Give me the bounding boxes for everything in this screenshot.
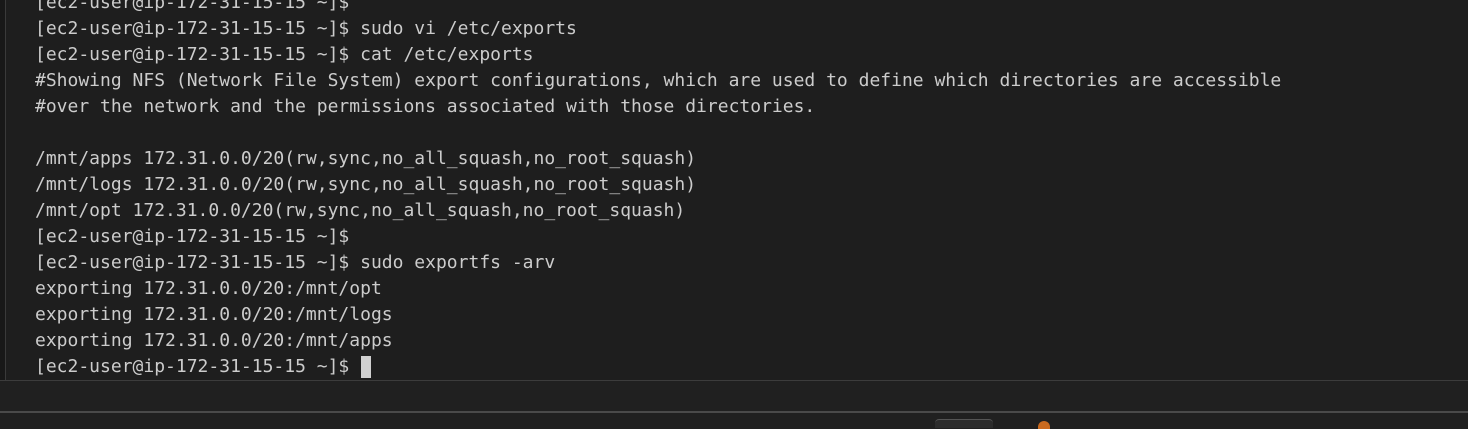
taskbar-divider	[0, 411, 1468, 413]
terminal-left-edge	[0, 0, 6, 380]
terminal-line: [ec2-user@ip-172-31-15-15 ~]$ cat /etc/e…	[35, 44, 534, 65]
terminal-output: [ec2-user@ip-172-31-15-15 ~]$ [ec2-user@…	[35, 0, 1281, 380]
terminal-line: [ec2-user@ip-172-31-15-15 ~]$	[35, 0, 350, 13]
terminal-line: #Showing NFS (Network File System) expor…	[35, 70, 1282, 91]
taskbar-app-icon[interactable]	[935, 419, 993, 428]
taskbar	[0, 380, 1468, 429]
terminal-line: /mnt/logs 172.31.0.0/20(rw,sync,no_all_s…	[35, 174, 697, 195]
prompt-text: [ec2-user@ip-172-31-15-15 ~]$	[35, 356, 361, 377]
terminal-line: exporting 172.31.0.0/20:/mnt/apps	[35, 330, 393, 351]
terminal-line: #over the network and the permissions as…	[35, 96, 816, 117]
terminal-line: /mnt/opt 172.31.0.0/20(rw,sync,no_all_sq…	[35, 200, 686, 221]
terminal-line: [ec2-user@ip-172-31-15-15 ~]$ sudo expor…	[35, 252, 556, 273]
terminal-line: exporting 172.31.0.0/20:/mnt/opt	[35, 278, 382, 299]
taskbar-app-indicator-icon[interactable]	[1038, 421, 1050, 429]
terminal-line: [ec2-user@ip-172-31-15-15 ~]$ sudo vi /e…	[35, 18, 577, 39]
terminal-prompt-line[interactable]: [ec2-user@ip-172-31-15-15 ~]$	[35, 354, 1281, 380]
terminal-line: [ec2-user@ip-172-31-15-15 ~]$	[35, 226, 350, 247]
terminal-window[interactable]: [ec2-user@ip-172-31-15-15 ~]$ [ec2-user@…	[0, 0, 1468, 380]
terminal-line: exporting 172.31.0.0/20:/mnt/logs	[35, 304, 393, 325]
terminal-line: /mnt/apps 172.31.0.0/20(rw,sync,no_all_s…	[35, 148, 697, 169]
text-cursor	[361, 356, 372, 378]
